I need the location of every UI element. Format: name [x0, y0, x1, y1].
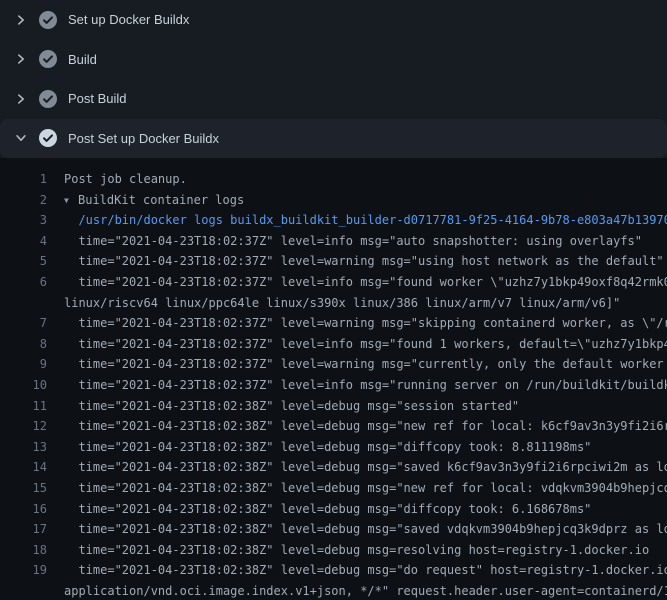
step-row[interactable]: Post Build	[0, 79, 667, 119]
line-number[interactable]: 1	[0, 169, 47, 190]
line-number[interactable]: 9	[0, 354, 47, 375]
log-text: time="2021-04-23T18:02:37Z" level=info m…	[47, 272, 667, 293]
line-number	[0, 293, 47, 314]
log-row: 10 time="2021-04-23T18:02:37Z" level=inf…	[0, 375, 667, 396]
actions-log-viewer: Set up Docker Buildx Build Post Build Po…	[0, 0, 667, 600]
log-text: time="2021-04-23T18:02:37Z" level=info m…	[47, 231, 642, 252]
log-text: /usr/bin/docker logs buildx_buildkit_bui…	[47, 210, 667, 231]
log-text: time="2021-04-23T18:02:37Z" level=warnin…	[47, 251, 664, 272]
line-number[interactable]: 19	[0, 560, 47, 581]
line-number[interactable]: 14	[0, 457, 47, 478]
log-text: linux/riscv64 linux/ppc64le linux/s390x …	[47, 293, 620, 314]
log-row: 18 time="2021-04-23T18:02:38Z" level=deb…	[0, 540, 667, 561]
log-text: time="2021-04-23T18:02:38Z" level=debug …	[47, 457, 667, 478]
step-label: Post Build	[68, 91, 127, 106]
log-text: time="2021-04-23T18:02:38Z" level=debug …	[47, 416, 667, 437]
log-row: 12 time="2021-04-23T18:02:38Z" level=deb…	[0, 416, 667, 437]
log-text: ▼BuildKit container logs	[47, 190, 244, 211]
steps-list: Set up Docker Buildx Build Post Build Po…	[0, 0, 667, 158]
log-text: time="2021-04-23T18:02:38Z" level=debug …	[47, 499, 591, 520]
log-row: 17 time="2021-04-23T18:02:38Z" level=deb…	[0, 519, 667, 540]
step-label: Build	[68, 52, 97, 67]
chevron-right-icon	[13, 12, 29, 28]
check-circle-icon	[38, 128, 58, 148]
log-text: Post job cleanup.	[47, 169, 187, 190]
log-text: time="2021-04-23T18:02:38Z" level=debug …	[47, 396, 519, 417]
line-number[interactable]: 7	[0, 313, 47, 334]
line-number[interactable]: 5	[0, 251, 47, 272]
log-row: 14 time="2021-04-23T18:02:38Z" level=deb…	[0, 457, 667, 478]
log-text: time="2021-04-23T18:02:38Z" level=debug …	[47, 560, 667, 581]
log-row: 8 time="2021-04-23T18:02:37Z" level=info…	[0, 334, 667, 355]
log-text: time="2021-04-23T18:02:37Z" level=info m…	[47, 334, 667, 355]
line-number[interactable]: 12	[0, 416, 47, 437]
log-text: time="2021-04-23T18:02:37Z" level=info m…	[47, 375, 667, 396]
line-number[interactable]: 8	[0, 334, 47, 355]
log-row: 5 time="2021-04-23T18:02:37Z" level=warn…	[0, 251, 667, 272]
line-number[interactable]: 17	[0, 519, 47, 540]
log-text: time="2021-04-23T18:02:37Z" level=warnin…	[47, 354, 667, 375]
log-text: time="2021-04-23T18:02:37Z" level=warnin…	[47, 313, 667, 334]
log-row: 15 time="2021-04-23T18:02:38Z" level=deb…	[0, 478, 667, 499]
step-row[interactable]: Build	[0, 40, 667, 80]
line-number[interactable]: 2	[0, 190, 47, 211]
line-number[interactable]: 3	[0, 210, 47, 231]
log-text: time="2021-04-23T18:02:38Z" level=debug …	[47, 478, 667, 499]
check-circle-icon	[38, 89, 58, 109]
check-circle-icon	[38, 10, 58, 30]
line-number[interactable]: 6	[0, 272, 47, 293]
line-number[interactable]: 15	[0, 478, 47, 499]
step-label: Set up Docker Buildx	[68, 12, 189, 27]
step-row[interactable]: Set up Docker Buildx	[0, 0, 667, 40]
log-row: 6 time="2021-04-23T18:02:37Z" level=info…	[0, 272, 667, 293]
log-row: 1 Post job cleanup.	[0, 169, 667, 190]
check-circle-icon	[38, 49, 58, 69]
log-row: 11 time="2021-04-23T18:02:38Z" level=deb…	[0, 396, 667, 417]
line-number[interactable]: 11	[0, 396, 47, 417]
log-row: 16 time="2021-04-23T18:02:38Z" level=deb…	[0, 499, 667, 520]
line-number[interactable]: 4	[0, 231, 47, 252]
log-row: 13 time="2021-04-23T18:02:38Z" level=deb…	[0, 437, 667, 458]
log-text: application/vnd.oci.image.index.v1+json,…	[47, 581, 667, 600]
log-row: application/vnd.oci.image.index.v1+json,…	[0, 581, 667, 600]
line-number	[0, 581, 47, 600]
line-number[interactable]: 16	[0, 499, 47, 520]
step-label: Post Set up Docker Buildx	[68, 131, 219, 146]
log-row: linux/riscv64 linux/ppc64le linux/s390x …	[0, 293, 667, 314]
log-text: time="2021-04-23T18:02:38Z" level=debug …	[47, 437, 591, 458]
log-row: 19 time="2021-04-23T18:02:38Z" level=deb…	[0, 560, 667, 581]
chevron-down-icon	[13, 130, 29, 146]
log-text: time="2021-04-23T18:02:38Z" level=debug …	[47, 540, 649, 561]
chevron-right-icon	[13, 91, 29, 107]
log-row: 4 time="2021-04-23T18:02:37Z" level=info…	[0, 231, 667, 252]
log-row: 7 time="2021-04-23T18:02:37Z" level=warn…	[0, 313, 667, 334]
step-row[interactable]: Post Set up Docker Buildx	[0, 119, 667, 159]
log-row: 9 time="2021-04-23T18:02:37Z" level=warn…	[0, 354, 667, 375]
log-area: 1 Post job cleanup. 2 ▼BuildKit containe…	[0, 158, 667, 600]
line-number[interactable]: 10	[0, 375, 47, 396]
line-number[interactable]: 13	[0, 437, 47, 458]
line-number[interactable]: 18	[0, 540, 47, 561]
group-expand-triangle-icon: ▼	[64, 191, 78, 212]
chevron-right-icon	[13, 51, 29, 67]
log-row: 3 /usr/bin/docker logs buildx_buildkit_b…	[0, 210, 667, 231]
log-text: time="2021-04-23T18:02:38Z" level=debug …	[47, 519, 667, 540]
log-row[interactable]: 2 ▼BuildKit container logs	[0, 190, 667, 211]
